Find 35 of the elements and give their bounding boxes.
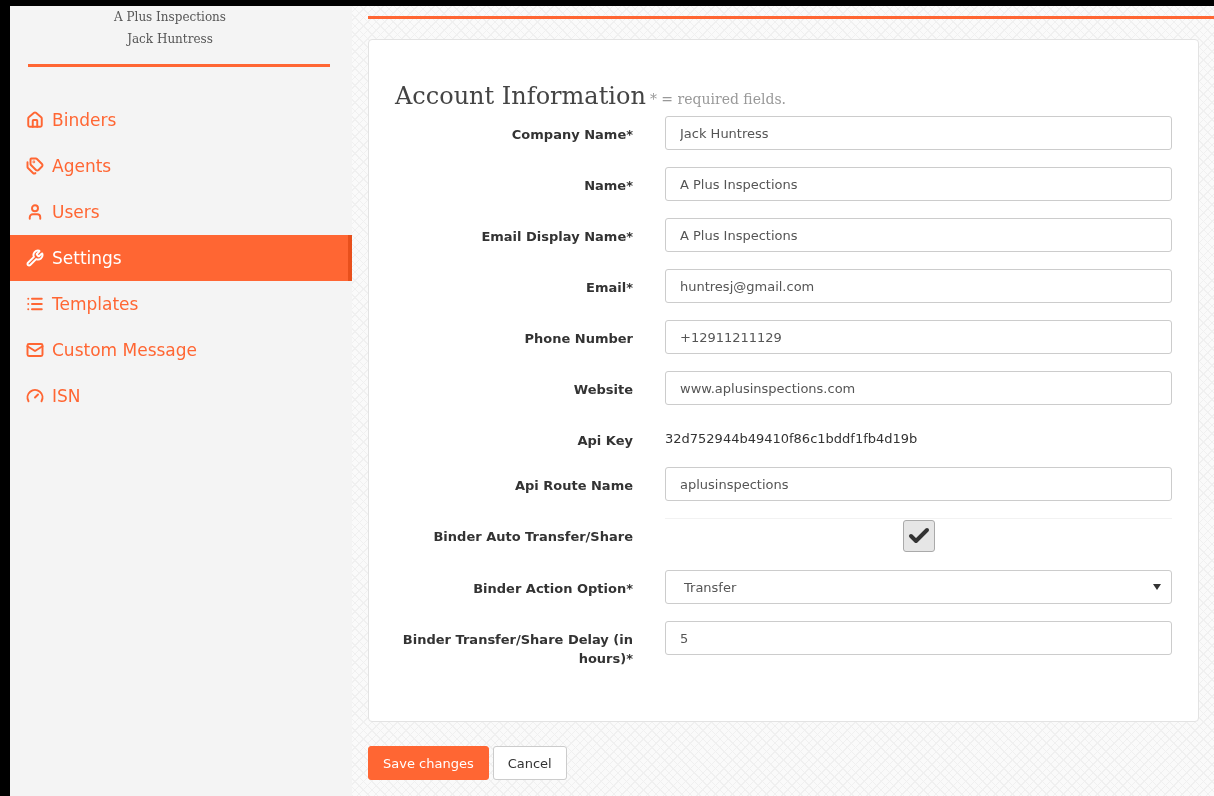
required-note: * = required fields. — [649, 91, 787, 107]
list-icon — [26, 295, 44, 313]
text-field[interactable]: +12911211129 — [665, 320, 1172, 354]
wrench-icon — [26, 249, 44, 267]
field-label: Binder Action Option* — [472, 580, 633, 598]
caret-icon — [1153, 584, 1161, 590]
mail-icon — [26, 341, 44, 359]
field-label: Website — [572, 381, 633, 399]
field-label: Phone Number — [523, 330, 633, 348]
field-label: Api Key — [576, 432, 633, 450]
text-field[interactable]: Jack Huntress — [665, 116, 1172, 150]
home-icon — [26, 111, 44, 129]
select-field[interactable]: Transfer — [665, 570, 1172, 604]
field-label: Email Display Name* — [480, 228, 633, 246]
form-title: Account Information — [395, 82, 646, 110]
user-icon — [26, 203, 44, 221]
field-label: Api Route Name — [513, 477, 633, 495]
text-field[interactable]: aplusinspections — [665, 467, 1172, 501]
company-name: A Plus Inspections — [114, 10, 226, 24]
user-name: Jack Huntress — [127, 32, 213, 46]
field-label: Name* — [583, 177, 633, 195]
text-field[interactable]: A Plus Inspections — [665, 167, 1172, 201]
text-field[interactable]: www.aplusinspections.com — [665, 371, 1172, 405]
field-label: Email* — [585, 279, 633, 297]
field-label: Company Name* — [510, 126, 633, 144]
api-key-value: 32d752944b49410f86c1bddf1fb4d19b — [665, 430, 919, 446]
text-field[interactable]: 5 — [665, 621, 1172, 655]
text-field[interactable]: A Plus Inspections — [665, 218, 1172, 252]
field-label: Binder Auto Transfer/Share — [432, 528, 633, 546]
checkbox[interactable] — [902, 520, 935, 552]
gauge-icon — [26, 387, 44, 405]
text-field[interactable]: huntresj@gmail.com — [665, 269, 1172, 303]
field-label: Binder Transfer/Share Delay (in hours)* — [401, 631, 633, 668]
cancel-button[interactable]: Cancel — [492, 746, 567, 780]
tags-icon — [26, 157, 44, 175]
